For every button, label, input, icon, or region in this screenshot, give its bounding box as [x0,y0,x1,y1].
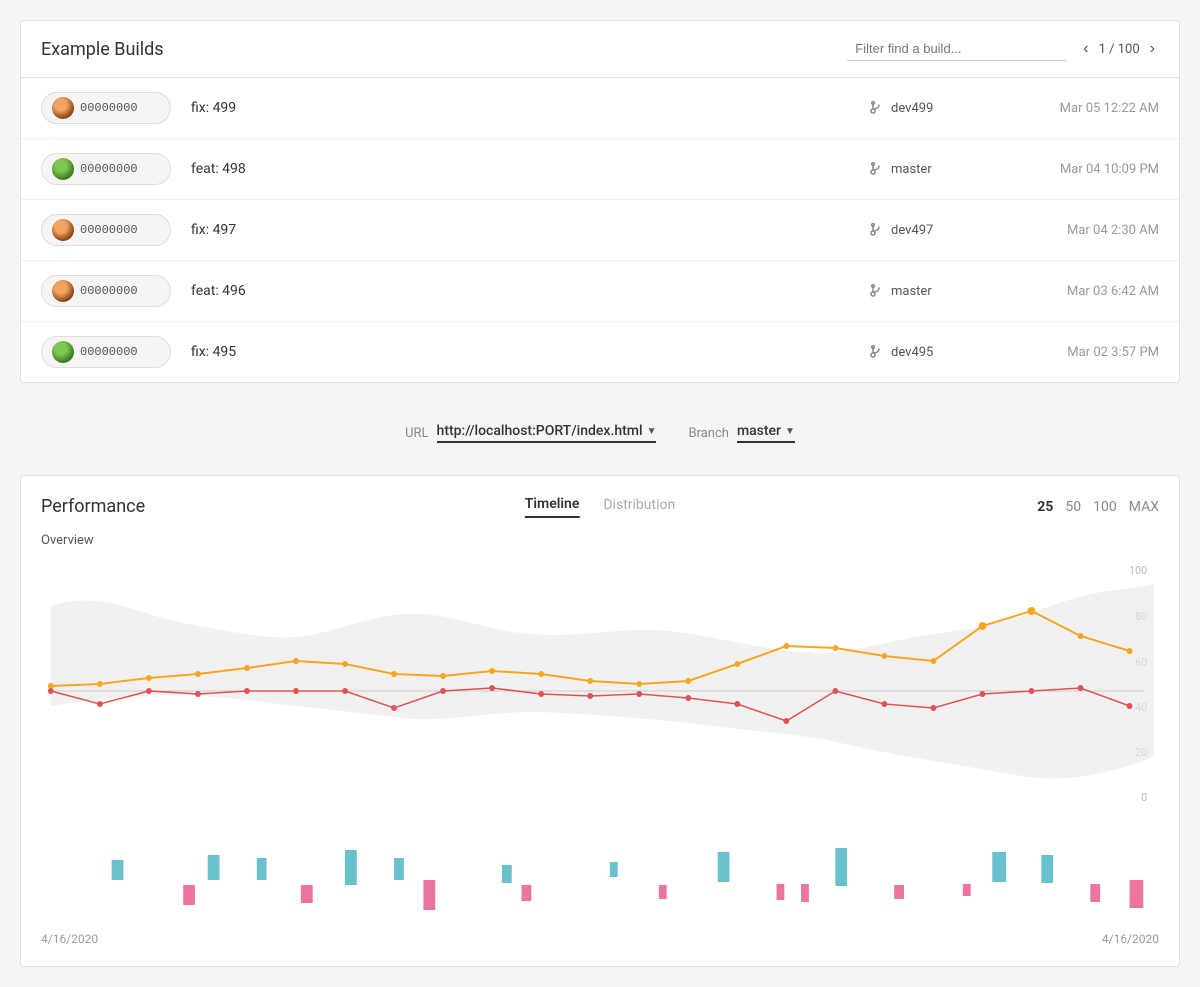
build-time: Mar 03 6:42 AM [1009,284,1159,299]
perf-header-wrapper: Performance Timeline Distribution 25 50 … [41,496,1159,517]
range-25[interactable]: 25 [1037,499,1053,515]
build-row[interactable]: 00000000 fix: 497 dev497 Mar 04 2:30 AM [21,200,1179,261]
avatar [52,280,74,302]
controls-bar: URL http://localhost:PORT/index.html ▼ B… [20,407,1180,459]
avatar [52,219,74,241]
branch-icon [869,161,885,177]
build-id: 00000000 [80,223,138,237]
build-branch: dev495 [869,344,989,360]
build-id-pill: 00000000 [41,275,171,307]
build-time: Mar 04 2:30 AM [1009,223,1159,238]
performance-section: Performance Timeline Distribution 25 50 … [20,475,1180,967]
pagination: ‹ 1 / 100 › [1079,38,1159,60]
build-row[interactable]: 00000000 feat: 496 master Mar 03 6:42 AM [21,261,1179,322]
next-page-button[interactable]: › [1146,38,1159,60]
build-message: fix: 499 [191,100,849,116]
build-row[interactable]: 00000000 feat: 498 master Mar 04 10:09 P… [21,139,1179,200]
build-time: Mar 04 10:09 PM [1009,162,1159,177]
build-time: Mar 05 12:22 AM [1009,101,1159,116]
filter-input[interactable] [847,37,1067,61]
date-start: 4/16/2020 [41,932,98,946]
builds-header-controls: ‹ 1 / 100 › [847,37,1159,61]
chart-area: 100 80 60 40 20 0 [41,556,1159,946]
branch-icon [869,283,885,299]
builds-header: Example Builds ‹ 1 / 100 › [21,21,1179,78]
url-dropdown-arrow: ▼ [647,426,657,437]
branch-control-group: Branch master ▼ [688,423,794,443]
builds-section: Example Builds ‹ 1 / 100 › 00000000 fix:… [20,20,1180,383]
branch-label: Branch [688,426,728,441]
build-branch: dev499 [869,100,989,116]
build-id-pill: 00000000 [41,214,171,246]
build-message: fix: 495 [191,344,849,360]
branch-name: dev497 [891,223,933,238]
avatar [52,341,74,363]
builds-list: 00000000 fix: 499 dev499 Mar 05 12:22 AM… [21,78,1179,382]
build-id-pill: 00000000 [41,92,171,124]
range-controls: 25 50 100 MAX [1037,499,1159,515]
build-message: fix: 497 [191,222,849,238]
perf-title: Performance [41,496,145,517]
build-id-pill: 00000000 [41,153,171,185]
tab-timeline[interactable]: Timeline [525,496,580,518]
branch-dropdown-arrow: ▼ [785,426,795,437]
build-branch: master [869,283,989,299]
svg-text:0: 0 [1141,791,1147,804]
branch-value: master [737,423,781,439]
svg-text:100: 100 [1129,564,1147,577]
url-value: http://localhost:PORT/index.html [437,423,643,439]
url-label: URL [405,426,428,441]
avatar [52,158,74,180]
pagination-display: 1 / 100 [1099,42,1140,57]
range-50[interactable]: 50 [1065,499,1081,515]
range-max[interactable]: MAX [1129,499,1159,515]
build-id: 00000000 [80,101,138,115]
tab-distribution[interactable]: Distribution [603,497,675,517]
build-id: 00000000 [80,284,138,298]
branch-name: dev495 [891,345,933,360]
branch-dropdown[interactable]: master ▼ [737,423,795,443]
build-row[interactable]: 00000000 fix: 495 dev495 Mar 02 3:57 PM [21,322,1179,382]
build-id: 00000000 [80,162,138,176]
overview-label: Overview [41,533,1159,548]
prev-page-button[interactable]: ‹ [1079,38,1092,60]
build-id-pill: 00000000 [41,336,171,368]
build-branch: master [869,161,989,177]
branch-name: dev499 [891,101,933,116]
build-row[interactable]: 00000000 fix: 499 dev499 Mar 05 12:22 AM [21,78,1179,139]
branch-name: master [891,162,932,177]
date-end: 4/16/2020 [1102,932,1159,946]
url-control-group: URL http://localhost:PORT/index.html ▼ [405,423,656,443]
bar-chart [41,840,1159,920]
build-message: feat: 496 [191,283,849,299]
chart-svg: 100 80 60 40 20 0 [41,556,1159,840]
build-id: 00000000 [80,345,138,359]
avatar [52,97,74,119]
branch-icon [869,344,885,360]
builds-title: Example Builds [41,39,164,60]
url-dropdown[interactable]: http://localhost:PORT/index.html ▼ [437,423,657,443]
branch-icon [869,100,885,116]
build-time: Mar 02 3:57 PM [1009,345,1159,360]
build-message: feat: 498 [191,161,849,177]
chart-dates: 4/16/2020 4/16/2020 [41,932,1159,946]
build-branch: dev497 [869,222,989,238]
range-100[interactable]: 100 [1093,499,1117,515]
branch-name: master [891,284,932,299]
branch-icon [869,222,885,238]
